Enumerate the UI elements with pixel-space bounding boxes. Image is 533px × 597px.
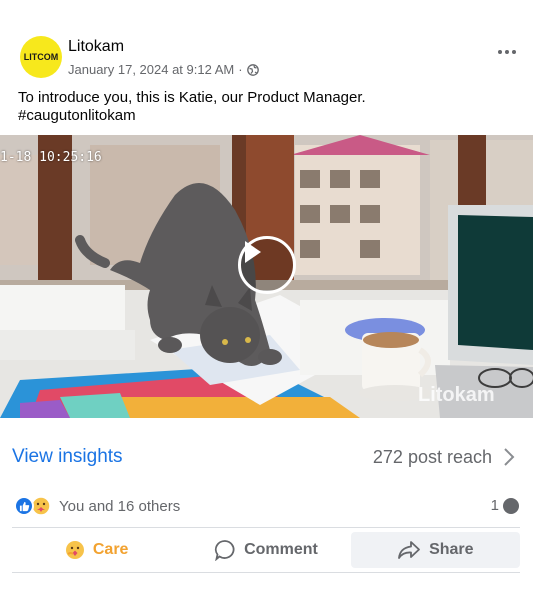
chevron-right-icon[interactable]: [502, 446, 516, 468]
share-label: Share: [429, 541, 474, 558]
meta-separator: ·: [238, 62, 243, 77]
post-actions: Care Comment Share: [12, 532, 520, 568]
share-button[interactable]: Share: [350, 532, 520, 568]
play-icon: [245, 241, 261, 263]
post-date[interactable]: January 17, 2024 at 9:12 AM: [68, 62, 234, 77]
more-dot-icon: [505, 50, 509, 54]
post-video[interactable]: 1-18 10:25:16 Litokam: [0, 135, 533, 418]
divider: [12, 527, 520, 528]
care-icon: [65, 541, 84, 559]
comments-count[interactable]: 1: [491, 497, 519, 514]
globe-icon: [246, 63, 259, 76]
more-options-button[interactable]: [494, 42, 520, 62]
post-reach[interactable]: 272 post reach: [373, 447, 492, 468]
more-dot-icon: [512, 50, 516, 54]
video-watermark: Litokam: [418, 384, 495, 406]
care-button[interactable]: Care: [12, 532, 181, 568]
video-timestamp: 1-18 10:25:16: [0, 150, 102, 165]
share-icon: [398, 541, 420, 559]
comment-button[interactable]: Comment: [181, 532, 350, 568]
hashtag-link[interactable]: #caugutonlitokam: [18, 107, 518, 125]
reactors-text[interactable]: You and 16 others: [59, 498, 180, 515]
care-icon: [31, 496, 51, 516]
reactions-summary[interactable]: You and 16 others 1: [14, 495, 519, 517]
post-caption: To introduce you, this is Katie, our Pro…: [18, 89, 518, 125]
divider: [12, 572, 520, 573]
more-dot-icon: [498, 50, 502, 54]
caption-text: To introduce you, this is Katie, our Pro…: [18, 89, 366, 106]
post-meta: January 17, 2024 at 9:12 AM ·: [68, 62, 259, 77]
play-button[interactable]: [238, 236, 296, 294]
page-name[interactable]: Litokam: [68, 38, 124, 56]
comment-icon: [215, 540, 235, 561]
post-header: LITCOM Litokam January 17, 2024 at 9:12 …: [20, 36, 520, 80]
insights-row: View insights 272 post reach: [12, 444, 522, 472]
care-label: Care: [92, 541, 129, 558]
avatar[interactable]: LITCOM: [20, 36, 62, 78]
comment-count-number: 1: [490, 497, 499, 514]
comment-label: Comment: [244, 541, 318, 558]
comment-bubble-icon: [503, 497, 519, 514]
reaction-icons: [14, 495, 56, 517]
view-insights-link[interactable]: View insights: [12, 446, 123, 468]
like-icon: [14, 496, 34, 516]
